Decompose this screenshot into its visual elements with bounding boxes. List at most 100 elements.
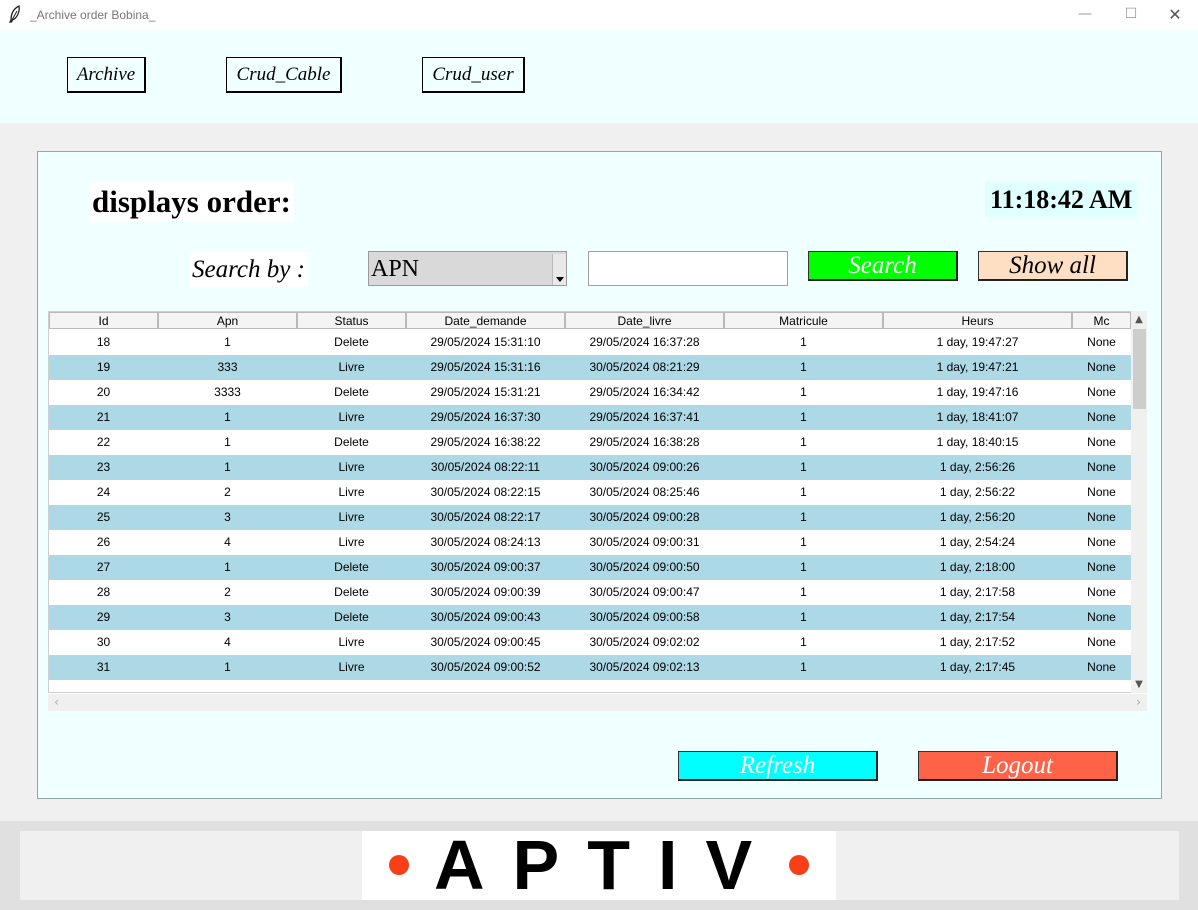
table-row[interactable]: 18 1 Delete 29/05/2024 15:31:10 29/05/2024 1…: [49, 330, 1131, 355]
table-cell: 30/05/2024 09:00:37: [430, 560, 541, 574]
table-cell: Livre: [338, 635, 365, 649]
table-cell: Delete: [334, 335, 369, 349]
table-cell: 1: [800, 335, 807, 349]
column-header[interactable]: Status: [297, 312, 406, 329]
column-header[interactable]: Heurs: [883, 312, 1072, 329]
table-cell: 1: [224, 460, 231, 474]
table-cell: 3333: [214, 385, 241, 399]
feather-icon: [8, 5, 24, 25]
window-titlebar: [0, 0, 1198, 30]
column-header[interactable]: Apn: [158, 312, 297, 329]
table-cell: 30/05/2024 08:25:46: [589, 485, 700, 499]
show-all-button[interactable]: Show all: [978, 251, 1128, 281]
table-cell: None: [1087, 560, 1116, 574]
table-row[interactable]: 20 3333 Delete 29/05/2024 15:31:21 29/05/202…: [49, 380, 1131, 405]
close-button[interactable]: ✕: [1152, 0, 1198, 30]
table-cell: 4: [224, 635, 231, 649]
table-row[interactable]: 27 1 Delete 30/05/2024 09:00:37 30/05/2024 0…: [49, 555, 1131, 580]
table-cell: 30/05/2024 08:21:29: [589, 360, 700, 374]
scroll-left-arrow-icon[interactable]: ‹: [48, 694, 65, 711]
table-cell: Livre: [338, 460, 365, 474]
table-cell: 1 day, 2:56:22: [939, 485, 1016, 499]
crud-cable-button[interactable]: Crud_Cable: [226, 57, 342, 93]
table-cell: Livre: [338, 660, 365, 674]
table-row[interactable]: 22 1 Delete 29/05/2024 16:38:22 29/05/2024 1…: [49, 430, 1131, 455]
table-cell: None: [1087, 585, 1116, 599]
archive-button[interactable]: Archive: [67, 57, 146, 93]
table-cell: 1: [800, 435, 807, 449]
table-cell: 1 day, 18:40:15: [936, 435, 1019, 449]
table-cell: 30/05/2024 08:22:11: [430, 460, 541, 474]
table-cell: 1 day, 2:17:54: [939, 610, 1016, 624]
table-cell: 1: [800, 585, 807, 599]
table-cell: 1: [224, 410, 231, 424]
table-cell: 4: [224, 535, 231, 549]
table-cell: Livre: [338, 410, 365, 424]
column-header[interactable]: Matricule: [724, 312, 883, 329]
aptiv-logo: APTIV: [362, 827, 836, 903]
table-cell: Delete: [334, 560, 369, 574]
horizontal-scrollbar[interactable]: [48, 694, 1147, 711]
column-header[interactable]: Id: [49, 312, 158, 329]
table-cell: 1 day, 19:47:21: [936, 360, 1019, 374]
table-cell: 1: [224, 435, 231, 449]
table-cell: None: [1087, 635, 1116, 649]
table-cell: Delete: [334, 585, 369, 599]
table-cell: 30/05/2024 09:00:31: [589, 535, 700, 549]
clock-label: 11:18:42 AM: [985, 181, 1138, 217]
table-cell: 1 day, 2:56:20: [939, 510, 1016, 524]
table-cell: 29/05/2024 16:37:41: [589, 410, 700, 424]
table-cell: None: [1087, 610, 1116, 624]
table-row[interactable]: 24 2 Livre 30/05/2024 08:22:15 30/05/2024 08…: [49, 480, 1131, 505]
table-row[interactable]: 25 3 Livre 30/05/2024 08:22:17 30/05/2024 09…: [49, 505, 1131, 530]
table-cell: 30/05/2024 09:00:47: [589, 585, 700, 599]
table-cell: 30/05/2024 08:22:17: [430, 510, 541, 524]
column-header[interactable]: Date_demande: [406, 312, 565, 329]
search-by-combobox[interactable]: APN: [368, 251, 567, 286]
table-cell: 30/05/2024 09:00:50: [589, 560, 700, 574]
table-cell: 29/05/2024 15:31:10: [430, 335, 541, 349]
table-cell: 1: [800, 660, 807, 674]
table-row[interactable]: 29 3 Delete 30/05/2024 09:00:43 30/05/2024 0…: [49, 605, 1131, 630]
table-cell: 30/05/2024 08:24:13: [430, 535, 541, 549]
table-cell: 30: [96, 635, 111, 649]
search-button[interactable]: Search: [808, 251, 958, 281]
column-header[interactable]: Date_livre: [565, 312, 724, 329]
table-cell: 25: [96, 510, 111, 524]
table-cell: 27: [96, 560, 111, 574]
table-cell: 30/05/2024 09:00:39: [430, 585, 541, 599]
table-row[interactable]: 26 4 Livre 30/05/2024 08:24:13 30/05/2024 09…: [49, 530, 1131, 555]
table-cell: 1 day, 2:54:24: [939, 535, 1016, 549]
table-cell: 1: [800, 360, 807, 374]
table-row[interactable]: 19 333 Livre 29/05/2024 15:31:16 30/05/2024 …: [49, 355, 1131, 380]
crud-user-button[interactable]: Crud_user: [422, 57, 525, 93]
table-cell: 1 day, 19:47:27: [936, 335, 1019, 349]
logout-button[interactable]: Logout: [918, 751, 1118, 781]
maximize-button[interactable]: ☐: [1108, 0, 1154, 30]
scroll-down-arrow-icon[interactable]: ▼: [1131, 677, 1147, 693]
scroll-right-arrow-icon[interactable]: ›: [1130, 694, 1147, 711]
table-cell: 1: [224, 335, 231, 349]
search-input[interactable]: [588, 251, 788, 286]
orders-table[interactable]: Id Apn Status Date_demande Date_livre Matricu…: [48, 311, 1147, 693]
scroll-up-arrow-icon[interactable]: ▲: [1131, 312, 1147, 328]
table-row[interactable]: 28 2 Delete 30/05/2024 09:00:39 30/05/2024 0…: [49, 580, 1131, 605]
dropdown-arrow-icon[interactable]: [552, 254, 566, 285]
table-cell: 28: [96, 585, 111, 599]
table-cell: 1: [800, 560, 807, 574]
column-header[interactable]: Mc: [1072, 312, 1131, 329]
table-cell: 24: [96, 485, 111, 499]
table-cell: 31: [96, 660, 111, 674]
table-row[interactable]: 30 4 Livre 30/05/2024 09:00:45 30/05/2024 09…: [49, 630, 1131, 655]
logo-dot-left: [389, 855, 409, 875]
minimize-button[interactable]: —: [1062, 0, 1108, 30]
table-cell: None: [1087, 485, 1116, 499]
refresh-button[interactable]: Refresh: [678, 751, 878, 781]
table-row[interactable]: 21 1 Livre 29/05/2024 16:37:30 29/05/2024 16…: [49, 405, 1131, 430]
table-cell: 1 day, 2:18:00: [939, 560, 1016, 574]
table-cell: 1 day, 19:47:16: [936, 385, 1019, 399]
table-cell: None: [1087, 660, 1116, 674]
table-row[interactable]: 23 1 Livre 30/05/2024 08:22:11 30/05/2024 09…: [49, 455, 1131, 480]
table-row[interactable]: 31 1 Livre 30/05/2024 09:00:52 30/05/2024 09…: [49, 655, 1131, 680]
vertical-scroll-thumb[interactable]: [1133, 329, 1146, 409]
